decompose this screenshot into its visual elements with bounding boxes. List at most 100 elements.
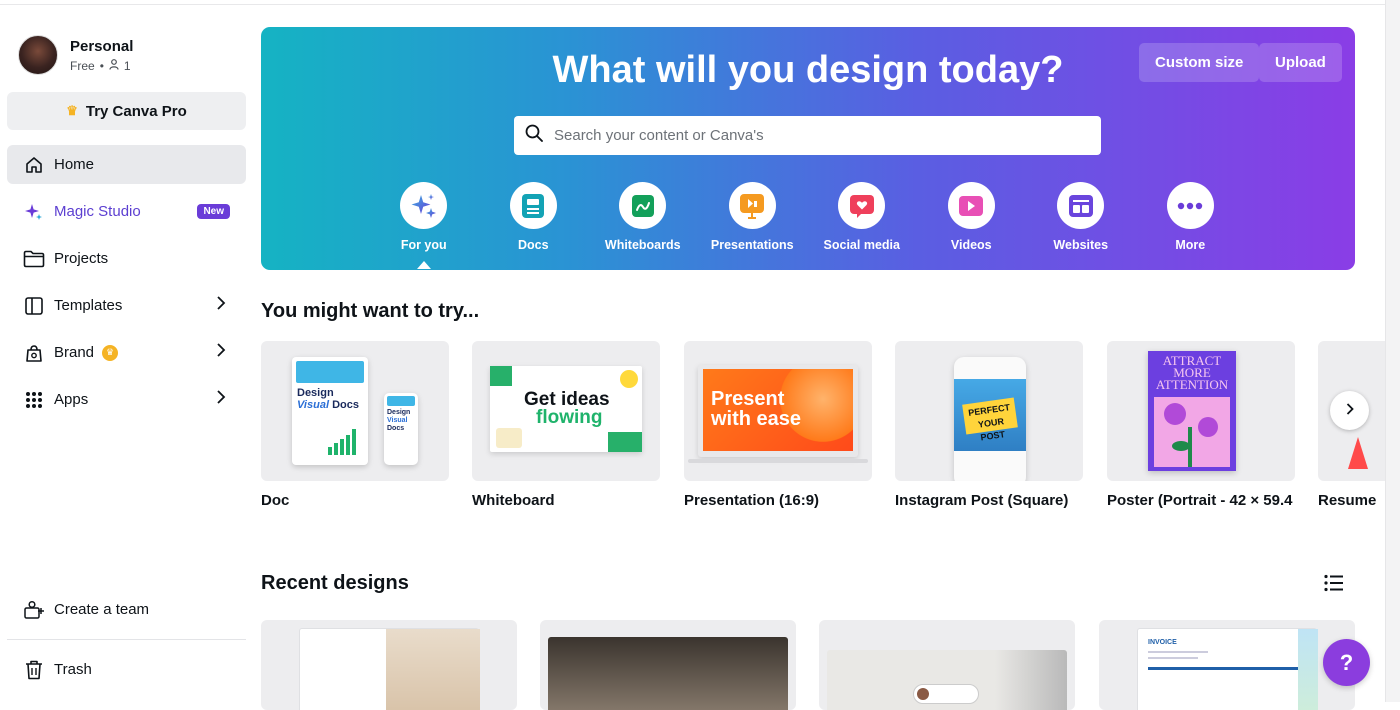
category-label: Videos [950,238,992,252]
home-icon [23,154,45,176]
member-count: 1 [123,58,131,73]
sidebar-item-projects[interactable]: Projects [7,239,246,278]
card-label: Presentation (16:9) [684,492,820,509]
docs-icon [509,182,557,229]
card-label: Doc [261,492,290,509]
sidebar-divider [7,639,246,640]
sidebar-item-brand[interactable]: Brand ♛ [7,333,246,372]
category-label: Presentations [710,238,794,252]
crown-icon: ♛ [102,344,119,361]
category-social-media[interactable]: Social media [807,182,917,252]
recent-design-card[interactable]: INVOICE [1099,620,1355,710]
heart-icon [838,182,886,229]
sidebar-item-label: Templates [54,297,123,314]
account-plan-line: Free • 1 [70,59,133,73]
category-docs[interactable]: Docs [479,182,589,252]
trash-icon [23,659,45,681]
poster-thumb-text: ATTENTION [1155,377,1229,392]
chevron-right-icon [216,389,226,409]
suggestion-card-doc[interactable]: Design Visual Docs Design Visual Docs Doc [261,341,449,509]
upload-button[interactable]: Upload [1259,43,1342,82]
doc-thumb-text: Design [297,387,334,399]
section-title-recent: Recent designs [261,572,409,594]
doc-thumbnail: Design Visual Docs Design Visual Docs [261,341,449,481]
help-button[interactable]: ? [1323,639,1370,686]
page-scrollbar[interactable] [1385,0,1400,702]
sidebar-item-home[interactable]: Home [7,145,246,184]
category-label: For you [400,238,447,252]
category-label: Whiteboards [604,238,681,252]
doc-thumb-text: Visual [297,399,329,411]
category-shortcuts: For you Docs Whiteboards Presentations S… [369,182,1269,269]
hero-banner: What will you design today? Custom size … [261,27,1355,270]
sidebar-item-magic-studio[interactable]: Magic Studio New [7,192,246,231]
suggestion-card-instagram[interactable]: PERFECT YOUR POST Instagram Post (Square) [895,341,1083,509]
create-team-label: Create a team [54,601,150,618]
card-label: Resume [1318,492,1377,509]
list-view-icon[interactable] [1324,574,1344,597]
category-label: More [1175,238,1206,252]
chevron-right-icon [216,342,226,362]
avatar[interactable] [18,35,58,75]
instagram-thumb-text: YOUR POST [977,416,1006,443]
category-label: Social media [823,238,900,252]
account-switcher[interactable]: Personal Free • 1 [18,35,133,75]
category-presentations[interactable]: Presentations [698,182,808,252]
brand-icon [23,342,45,364]
more-icon [1166,182,1214,229]
category-videos[interactable]: Videos [917,182,1027,252]
search-input[interactable] [554,127,1074,144]
create-team-button[interactable]: Create a team [7,590,246,629]
search-bar[interactable] [514,116,1101,155]
whiteboard-thumb-text: flowing [536,407,603,428]
apps-icon [23,389,45,411]
custom-size-button[interactable]: Custom size [1139,43,1260,82]
recent-design-card[interactable] [261,620,517,710]
presentation-thumbnail: Present with ease [684,341,872,481]
suggestion-card-poster[interactable]: ATTRACT MORE ATTENTION Poster (Portrait - … [1107,341,1295,509]
trash-button[interactable]: Trash [7,650,246,689]
recent-design-card[interactable] [540,620,796,710]
section-title-try: You might want to try... [261,300,480,322]
team-icon [23,599,45,621]
category-websites[interactable]: Websites [1026,182,1136,252]
category-for-you[interactable]: For you [369,182,479,269]
suggestions-carousel: Design Visual Docs Design Visual Docs Doc G… [261,341,1385,521]
card-label: Poster (Portrait - 42 × 59.4 cm) [1107,492,1295,509]
category-whiteboards[interactable]: Whiteboards [588,182,698,252]
website-icon [1057,182,1105,229]
sidebar-bottom: Create a team Trash [7,590,246,697]
sidebar-item-templates[interactable]: Templates [7,286,246,325]
category-label: Docs [517,238,549,252]
trash-label: Trash [54,661,92,678]
try-canva-pro-button[interactable]: ♛ Try Canva Pro [7,92,246,130]
presentation-thumb-text: Present [711,388,785,410]
sidebar-item-label: Brand [54,344,95,361]
suggestion-card-whiteboard[interactable]: Get ideas flowing Whiteboard [472,341,660,509]
crown-icon: ♛ [66,103,78,118]
account-plan: Free [70,58,95,73]
instagram-thumb-text: PERFECT [967,402,1011,418]
video-icon [947,182,995,229]
suggestion-card-presentation[interactable]: Present with ease Presentation (16:9) [684,341,872,509]
template-icon [23,295,45,317]
presentation-icon [728,182,776,229]
sidebar-item-apps[interactable]: Apps [7,380,246,419]
sparkle-icon [400,182,448,229]
recent-design-card[interactable] [819,620,1075,710]
carousel-next-button[interactable] [1330,391,1369,430]
separator-dot: • [99,58,104,73]
selected-indicator [416,261,431,269]
card-label: Instagram Post (Square) [895,492,1069,509]
new-badge: New [197,204,230,219]
chevron-right-icon [1346,402,1354,420]
try-canva-pro-label: Try Canva Pro [85,102,187,120]
sidebar-item-label: Projects [54,250,109,267]
category-more[interactable]: More [1136,182,1246,252]
presentation-thumb-text: with ease [711,408,802,430]
sidebar-item-label: Home [54,156,95,173]
account-name: Personal [70,37,134,55]
invoice-thumb-text: INVOICE [1148,639,1177,646]
poster-thumbnail: ATTRACT MORE ATTENTION [1107,341,1295,481]
sidebar-nav: Home Magic Studio New Projects Templates [7,145,246,427]
